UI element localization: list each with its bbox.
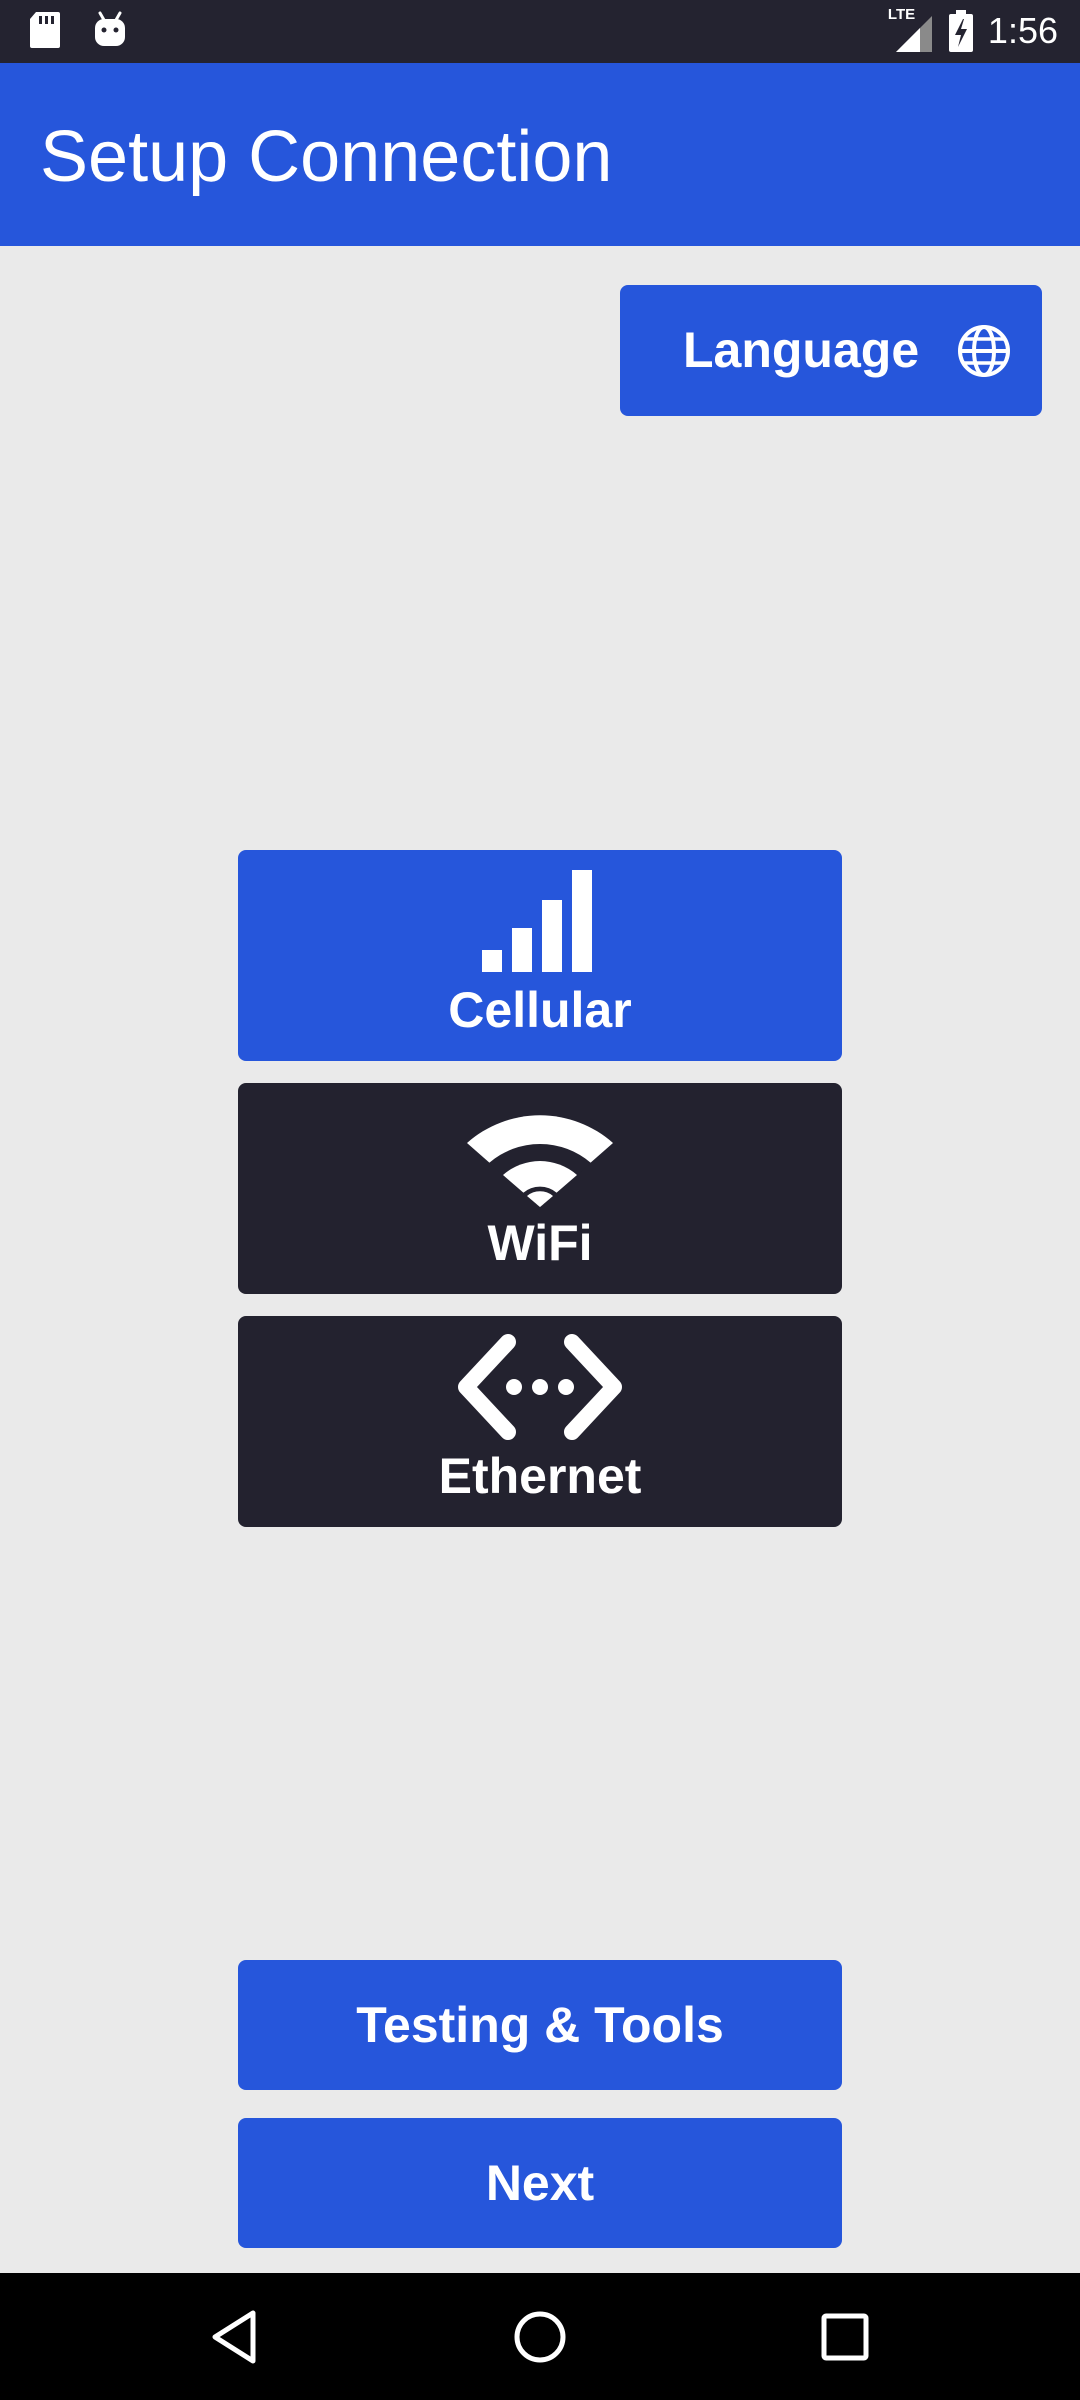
- testing-tools-button[interactable]: Testing & Tools: [238, 1960, 842, 2090]
- cellular-signal-icon: [482, 870, 592, 972]
- ethernet-label: Ethernet: [438, 1448, 642, 1504]
- clock: 1:56: [987, 10, 1058, 51]
- language-button[interactable]: Language: [620, 285, 1042, 416]
- ethernet-icon: [458, 1334, 622, 1440]
- page-title: Setup Connection: [40, 117, 613, 197]
- cellular-button[interactable]: Cellular: [238, 850, 842, 1061]
- status-bar: LTE 1:56: [0, 0, 1080, 63]
- wifi-button[interactable]: WiFi: [238, 1083, 842, 1294]
- next-button[interactable]: Next: [238, 2118, 842, 2248]
- battery-charging-icon: [948, 10, 973, 52]
- app-bar: Setup Connection: [0, 63, 1080, 246]
- wifi-icon: [467, 1115, 613, 1207]
- screen: LTE 1:56 Setup Connection Language Cellu…: [0, 0, 1080, 2400]
- android-debug-icon: [95, 11, 125, 46]
- ethernet-button[interactable]: Ethernet: [238, 1316, 842, 1527]
- sd-card-icon: [30, 12, 60, 48]
- lte-signal-icon: LTE: [888, 6, 934, 54]
- navigation-bar: [0, 2273, 1080, 2400]
- cellular-label: Cellular: [448, 982, 632, 1038]
- globe-icon: [958, 325, 1010, 377]
- recents-icon[interactable]: [815, 2307, 875, 2367]
- back-icon[interactable]: [205, 2307, 265, 2367]
- wifi-label: WiFi: [487, 1215, 593, 1271]
- language-button-label: Language: [683, 322, 920, 378]
- home-icon[interactable]: [510, 2307, 570, 2367]
